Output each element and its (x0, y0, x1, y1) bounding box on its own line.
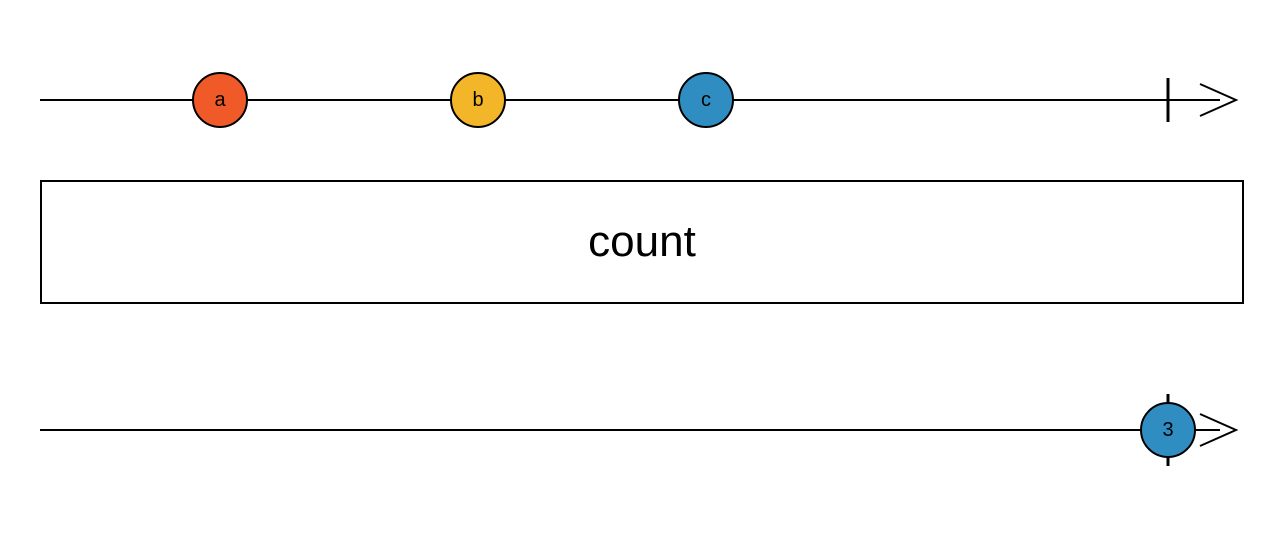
source-marble: b (450, 72, 506, 128)
source-marble: c (678, 72, 734, 128)
marble-label: 3 (1162, 419, 1173, 442)
source-timeline: a b c (40, 70, 1240, 130)
marble-label: c (701, 89, 711, 112)
operator-label: count (588, 217, 696, 267)
operator-box: count (40, 180, 1244, 304)
marble-label: a (214, 89, 225, 112)
result-timeline-line (40, 400, 1240, 460)
marble-diagram: a b c count 3 (0, 0, 1280, 540)
marble-label: b (472, 89, 483, 112)
source-marble: a (192, 72, 248, 128)
result-marble: 3 (1140, 402, 1196, 458)
result-timeline: 3 (40, 400, 1240, 460)
